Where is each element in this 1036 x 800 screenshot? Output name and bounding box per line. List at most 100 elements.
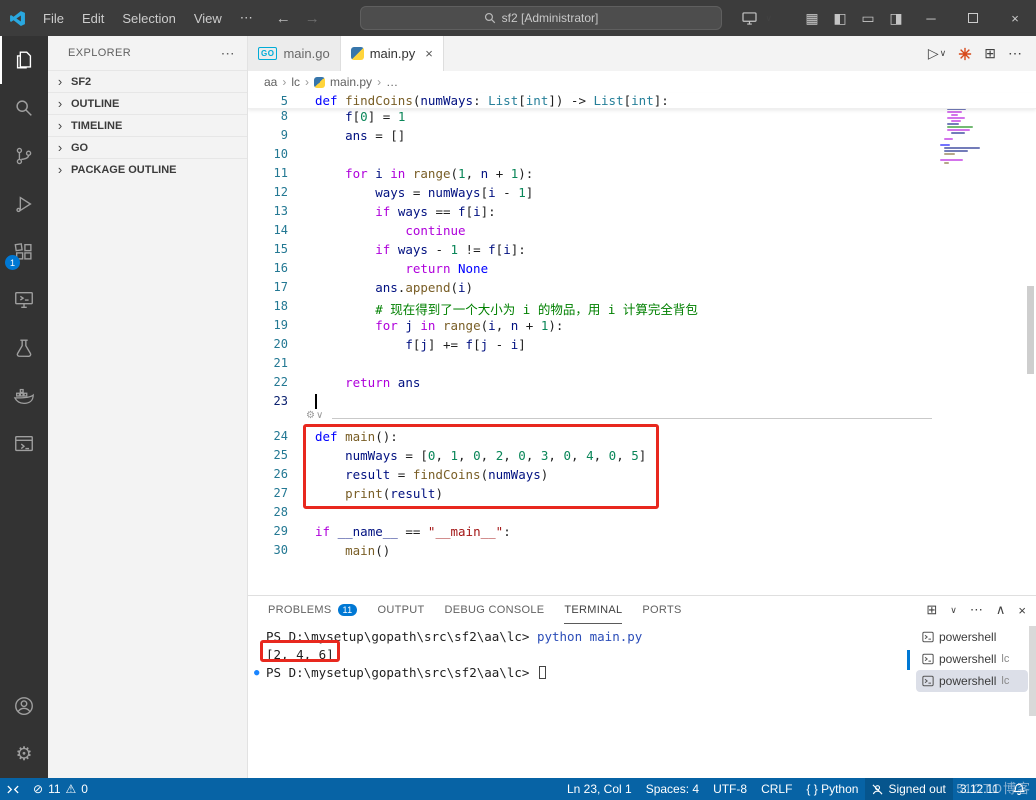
breadcrumb-file[interactable]: main.py [330, 75, 372, 89]
menu-more-icon[interactable]: ⋯ [231, 0, 262, 36]
editor-scrollbar[interactable] [1027, 286, 1034, 374]
minimize-button[interactable]: ─ [910, 0, 952, 36]
code-line-8[interactable]: 8 f[0] = 1 [248, 109, 1036, 128]
powershell-icon [922, 653, 934, 665]
code-line-21[interactable]: 21 [248, 356, 1036, 375]
code-line-24[interactable]: 24 def main(): [248, 429, 1036, 448]
code-line-23[interactable]: 23 [248, 394, 1036, 413]
toggle-secondary-sidebar-icon[interactable]: ◨ [882, 0, 910, 36]
indentation[interactable]: Spaces: 4 [639, 778, 706, 800]
toggle-panel-icon[interactable]: ▭ [854, 0, 882, 36]
code-line-20[interactable]: 20 f[j] += f[j - i] [248, 337, 1036, 356]
sidebar-section-package-outline[interactable]: › PACKAGE OUTLINE [48, 158, 247, 180]
remote-monitor-icon[interactable] [735, 0, 763, 36]
code-line-17[interactable]: 17 ans.append(i) [248, 280, 1036, 299]
nav-back-icon[interactable]: ← [276, 10, 291, 27]
encoding[interactable]: UTF-8 [706, 778, 754, 800]
code-line-9[interactable]: 9 ans = [] [248, 128, 1036, 147]
account-icon[interactable] [0, 682, 48, 730]
tab-main-py[interactable]: main.py × [340, 36, 444, 71]
command-center-search[interactable]: sf2 [Administrator] [360, 6, 722, 30]
sidebar-section-timeline[interactable]: › TIMELINE [48, 114, 247, 136]
docker-icon[interactable] [0, 372, 48, 420]
sidebar-section-outline[interactable]: › OUTLINE [48, 92, 247, 114]
tab-bar: GO main.go main.py × ▷ ∨ ⊞ ⋯ [248, 36, 1036, 71]
run-file-button[interactable]: ▷ ∨ [928, 45, 946, 62]
code-line-19[interactable]: 19 for j in range(i, n + 1): [248, 318, 1036, 337]
remote-indicator[interactable] [0, 778, 26, 800]
code-line-10[interactable]: 10 [248, 147, 1036, 166]
code-line-27[interactable]: 27 print(result) [248, 486, 1036, 505]
menu-selection[interactable]: Selection [113, 0, 184, 36]
search-view-icon[interactable] [0, 84, 48, 132]
close-panel-icon[interactable]: × [1018, 603, 1026, 618]
code-line-30[interactable]: 30 main() [248, 543, 1036, 562]
explorer-icon[interactable] [0, 36, 48, 84]
language-mode[interactable]: { } Python [799, 778, 865, 800]
tab-terminal[interactable]: TERMINAL [564, 596, 623, 624]
chevron-down-icon[interactable]: ∨ [765, 13, 772, 24]
maximize-panel-icon[interactable]: ∧ [996, 602, 1006, 618]
breadcrumb-folder[interactable]: aa [264, 75, 277, 89]
code-line-29[interactable]: 29 if __name__ == "__main__": [248, 524, 1036, 543]
code-line-15[interactable]: 15 if ways - 1 != f[i]: [248, 242, 1036, 261]
code-line-14[interactable]: 14 continue [248, 223, 1036, 242]
terminal-item-2[interactable]: powershell lc [916, 648, 1028, 670]
terminal-list: powershell powershell lc powershell lc [907, 626, 1028, 692]
testing-icon[interactable] [0, 324, 48, 372]
nav-forward-icon[interactable]: → [305, 10, 320, 27]
tab-main-go[interactable]: GO main.go [248, 36, 341, 71]
code-line-13[interactable]: 13 if ways == f[i]: [248, 204, 1036, 223]
menu-file[interactable]: File [34, 0, 73, 36]
code-line-12[interactable]: 12 ways = numWays[i - 1] [248, 185, 1036, 204]
extension-starburst-icon[interactable] [958, 47, 972, 61]
extensions-icon[interactable]: 1 [0, 228, 48, 276]
tab-output[interactable]: OUTPUT [377, 596, 424, 624]
maximize-button[interactable] [952, 0, 994, 36]
split-editor-icon[interactable]: ⊞ [984, 45, 996, 62]
problems-status[interactable]: ⊘ 11 ⚠ 0 [26, 778, 95, 800]
panel-scrollbar[interactable] [1029, 626, 1036, 716]
code-line-16[interactable]: 16 return None [248, 261, 1036, 280]
terminal-item-3[interactable]: powershell lc [916, 670, 1028, 692]
tab-problems[interactable]: PROBLEMS 11 [268, 596, 358, 624]
signed-out-status[interactable]: Signed out [865, 778, 953, 800]
menu-edit[interactable]: Edit [73, 0, 113, 36]
close-window-button[interactable]: × [994, 0, 1036, 36]
tab-debug-console[interactable]: DEBUG CONSOLE [445, 596, 545, 624]
code-line-28[interactable]: 28 [248, 505, 1036, 524]
breadcrumb-folder[interactable]: lc [291, 75, 300, 89]
tab-ports[interactable]: PORTS [642, 596, 681, 624]
editor-more-icon[interactable]: ⋯ [1008, 45, 1022, 62]
remote-explorer-icon[interactable] [0, 276, 48, 324]
code-line-25[interactable]: 25 numWays = [0, 1, 0, 2, 0, 3, 0, 4, 0,… [248, 448, 1036, 467]
menu-view[interactable]: View [185, 0, 231, 36]
code-runner-icon[interactable] [0, 420, 48, 468]
split-terminal-icon[interactable]: ⊞ [926, 602, 937, 618]
sidebar-section-sf2[interactable]: › SF2 [48, 70, 247, 92]
chevron-down-icon[interactable]: ∨ [950, 605, 957, 616]
code-line-22[interactable]: 22 return ans [248, 375, 1036, 394]
settings-gear-icon[interactable]: ⚙ [0, 730, 48, 778]
sidebar-section-go[interactable]: › GO [48, 136, 247, 158]
source-control-icon[interactable] [0, 132, 48, 180]
close-tab-icon[interactable]: × [425, 46, 433, 61]
customize-layout-icon[interactable]: ▦ [798, 0, 826, 36]
code-line-26[interactable]: 26 result = findCoins(numWays) [248, 467, 1036, 486]
terminal-output[interactable]: PS D:\mysetup\gopath\src\sf2\aa\lc> pyth… [248, 624, 912, 778]
inline-gear-icon[interactable]: ⚙ ∨ [306, 410, 323, 421]
chevron-right-icon: › [282, 75, 287, 89]
sticky-scroll-line[interactable]: 5 def findCoins(numWays: List[int]) -> L… [248, 93, 1036, 109]
panel-more-icon[interactable]: ⋯ [970, 602, 983, 618]
chevron-down-icon: ∨ [939, 48, 947, 58]
toggle-primary-sidebar-icon[interactable]: ◧ [826, 0, 854, 36]
breadcrumb-symbol[interactable]: … [386, 75, 398, 89]
run-debug-icon[interactable] [0, 180, 48, 228]
code-line-11[interactable]: 11 for i in range(1, n + 1): [248, 166, 1036, 185]
sidebar-more-icon[interactable]: ⋯ [221, 45, 235, 62]
cursor-position[interactable]: Ln 23, Col 1 [560, 778, 639, 800]
terminal-item-1[interactable]: powershell [916, 626, 1028, 648]
extensions-badge: 1 [5, 255, 20, 270]
eol-sequence[interactable]: CRLF [754, 778, 799, 800]
code-line-18[interactable]: 18 # 现在得到了一个大小为 i 的物品，用 i 计算完全背包 [248, 299, 1036, 318]
